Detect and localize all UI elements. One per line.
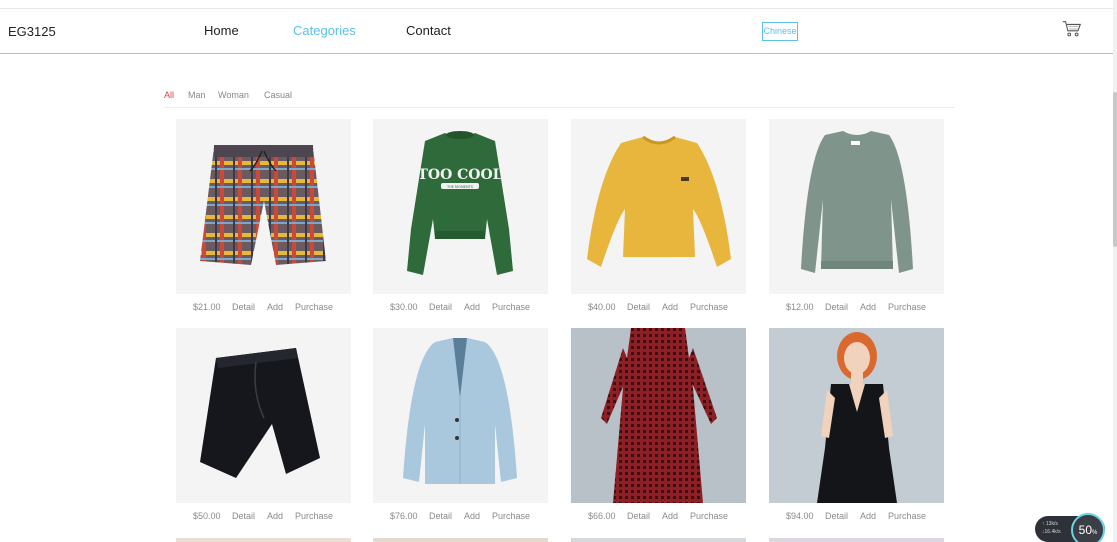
detail-link[interactable]: Detail: [429, 302, 452, 312]
purchase-link[interactable]: Purchase: [295, 302, 333, 312]
denim-blazer-image: [403, 338, 517, 484]
product-meta: $66.00 Detail Add Purchase: [571, 508, 746, 526]
product-meta: $12.00 Detail Add Purchase: [769, 299, 944, 317]
sweatshirt-graphic-subtext: THE MOMENTS: [446, 185, 474, 189]
download-speed: ↓16.4: [1042, 529, 1055, 535]
nav-home[interactable]: Home: [204, 23, 239, 38]
product-card: $21.00 Detail Add Purchase: [176, 119, 351, 317]
filter-man[interactable]: Man: [188, 90, 206, 100]
cart-icon[interactable]: [1061, 18, 1083, 40]
add-to-cart-link[interactable]: Add: [267, 511, 283, 521]
product-meta: $30.00 Detail Add Purchase: [373, 299, 548, 317]
sweatshirt-graphic-text: TOO COOL: [417, 167, 502, 183]
product-price: $66.00: [588, 511, 616, 521]
product-card: $66.00 Detail Add Purchase: [571, 328, 746, 526]
add-to-cart-link[interactable]: Add: [464, 511, 480, 521]
product-card-peek: [571, 538, 746, 542]
site-logo[interactable]: EG3125: [8, 24, 56, 39]
product-meta: $21.00 Detail Add Purchase: [176, 299, 351, 317]
top-navbar: EG3125 Home Categories Contact Chinese: [0, 8, 1113, 54]
purchase-link[interactable]: Purchase: [492, 511, 530, 521]
product-card-peek: [769, 538, 944, 542]
purchase-link[interactable]: Purchase: [888, 511, 926, 521]
product-price: $40.00: [588, 302, 616, 312]
product-meta: $76.00 Detail Add Purchase: [373, 508, 548, 526]
product-meta: $94.00 Detail Add Purchase: [769, 508, 944, 526]
add-to-cart-link[interactable]: Add: [662, 302, 678, 312]
black-shorts-image: [200, 348, 320, 478]
filter-woman[interactable]: Woman: [218, 90, 249, 100]
product-price: $50.00: [193, 511, 221, 521]
detail-link[interactable]: Detail: [232, 511, 255, 521]
product-card: $40.00 Detail Add Purchase: [571, 119, 746, 317]
product-price: $12.00: [786, 302, 814, 312]
product-meta: $50.00 Detail Add Purchase: [176, 508, 351, 526]
filter-casual[interactable]: Casual: [264, 90, 292, 100]
product-image[interactable]: [176, 119, 351, 294]
yellow-sweater-image: [587, 135, 731, 267]
detail-link[interactable]: Detail: [232, 302, 255, 312]
product-image[interactable]: [571, 119, 746, 294]
product-card: $50.00 Detail Add Purchase: [176, 328, 351, 526]
product-image[interactable]: [176, 328, 351, 503]
red-check-dress-image: [571, 328, 746, 503]
product-price: $21.00: [193, 302, 221, 312]
product-image[interactable]: [373, 328, 548, 503]
add-to-cart-link[interactable]: Add: [860, 511, 876, 521]
detail-link[interactable]: Detail: [825, 511, 848, 521]
purchase-link[interactable]: Purchase: [690, 302, 728, 312]
scrollbar-thumb[interactable]: [1113, 92, 1117, 247]
grey-sweater-image: [801, 131, 913, 273]
detail-link[interactable]: Detail: [825, 302, 848, 312]
add-to-cart-link[interactable]: Add: [662, 511, 678, 521]
language-button[interactable]: Chinese: [762, 22, 798, 41]
green-sweatshirt-image: TOO COOL THE MOMENTS: [407, 131, 513, 275]
purchase-link[interactable]: Purchase: [888, 302, 926, 312]
product-card-peek: [176, 538, 351, 542]
purchase-link[interactable]: Purchase: [492, 302, 530, 312]
product-card: $76.00 Detail Add Purchase: [373, 328, 548, 526]
product-image[interactable]: TOO COOL THE MOMENTS: [373, 119, 548, 294]
product-image[interactable]: [571, 328, 746, 503]
product-card: $12.00 Detail Add Purchase: [769, 119, 944, 317]
speed-percent-sign: %: [1092, 530, 1098, 536]
download-unit: k/s: [1054, 529, 1061, 535]
detail-link[interactable]: Detail: [627, 302, 650, 312]
product-image[interactable]: [769, 119, 944, 294]
add-to-cart-link[interactable]: Add: [267, 302, 283, 312]
nav-categories[interactable]: Categories: [293, 23, 356, 38]
plaid-shorts-image: [200, 145, 326, 265]
filter-all[interactable]: All: [164, 90, 174, 100]
add-to-cart-link[interactable]: Add: [860, 302, 876, 312]
purchase-link[interactable]: Purchase: [295, 511, 333, 521]
detail-link[interactable]: Detail: [627, 511, 650, 521]
speed-percent-circle[interactable]: 50%: [1071, 513, 1105, 542]
product-price: $30.00: [390, 302, 418, 312]
purchase-link[interactable]: Purchase: [690, 511, 728, 521]
speed-readout: ↑ 13k/s ↓16.4k/s: [1042, 520, 1061, 536]
product-meta: $40.00 Detail Add Purchase: [571, 299, 746, 317]
product-price: $94.00: [786, 511, 814, 521]
black-wrap-dress-image: [769, 328, 944, 503]
nav-contact[interactable]: Contact: [406, 23, 451, 38]
product-card: TOO COOL THE MOMENTS $30.00 Detail Add P…: [373, 119, 548, 317]
product-price: $76.00: [390, 511, 418, 521]
upload-unit: k/s: [1051, 521, 1058, 527]
category-filter-bar: All Man Woman Casual: [164, 90, 955, 108]
speed-percent: 50: [1078, 523, 1092, 537]
product-image[interactable]: [769, 328, 944, 503]
add-to-cart-link[interactable]: Add: [464, 302, 480, 312]
page-scrollbar[interactable]: [1113, 0, 1117, 542]
product-card-peek: [373, 538, 548, 542]
detail-link[interactable]: Detail: [429, 511, 452, 521]
product-card: $94.00 Detail Add Purchase: [769, 328, 944, 526]
